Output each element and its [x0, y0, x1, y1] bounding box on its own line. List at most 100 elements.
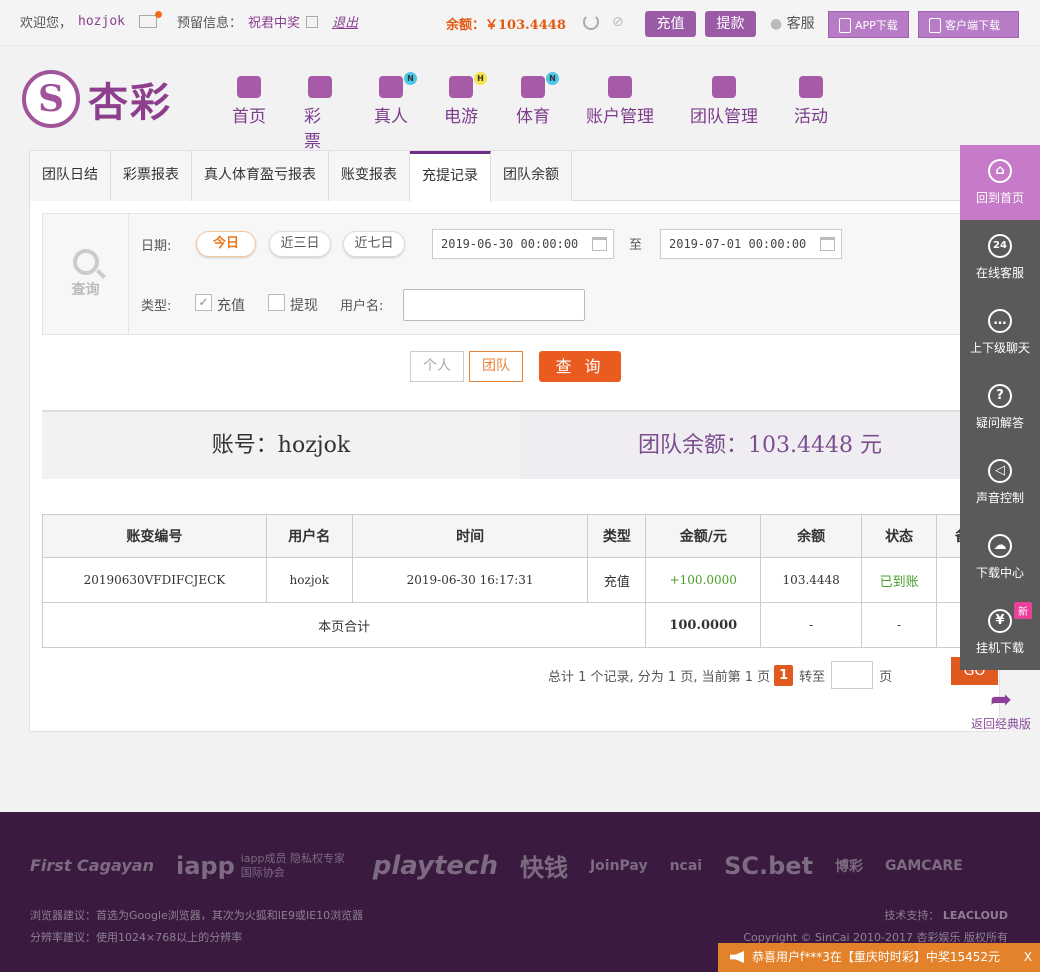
user-info: 欢迎您， hozjok 预留信息： 祝君中奖 退出	[20, 11, 358, 31]
tab-5[interactable]: 团队余额	[491, 151, 572, 201]
service-link[interactable]: ● 客服	[770, 13, 815, 33]
badge: N	[546, 72, 559, 85]
page-input[interactable]	[831, 661, 874, 689]
three-days-button[interactable]: 近三日	[269, 231, 331, 257]
date-label: 日期:	[141, 239, 172, 254]
tab-1[interactable]: 彩票报表	[111, 151, 192, 201]
tab-0[interactable]: 团队日结	[30, 151, 111, 201]
service-label: 客服	[786, 16, 815, 32]
nav-item[interactable]: 账户管理	[586, 76, 654, 152]
main-nav: 首页 彩票 N 真人 H 电游 N 体育 账户管理 团队管理 活动	[230, 72, 828, 152]
eye-hide-icon[interactable]: ⊘	[612, 14, 628, 30]
return-arrow-icon: ➦	[990, 685, 1012, 715]
partner-logo: 博彩	[835, 858, 864, 875]
calendar-icon[interactable]	[592, 237, 607, 251]
seven-days-button[interactable]: 近七日	[343, 231, 405, 257]
team-balance-summary: 团队余额：103.4448 元	[520, 412, 1000, 479]
withdraw-button[interactable]: 提款	[705, 11, 756, 37]
iapp-note: iapp成员 隐私权专家国际协会	[240, 851, 346, 879]
refresh-icon[interactable]	[583, 14, 599, 30]
nav-item[interactable]: H 电游	[442, 72, 487, 152]
table-header-row: 账变编号用户名时间类型金额/元余额状态备注	[42, 514, 1002, 558]
top-bar: 欢迎您， hozjok 预留信息： 祝君中奖 退出 余额：￥103.4448 ⊘…	[0, 0, 1040, 46]
logo-emblem-icon	[22, 70, 80, 128]
sidebar-label: 下载中心	[975, 566, 1024, 580]
mail-icon[interactable]	[138, 11, 162, 28]
summary-box: 账号：hozjok 团队余额：103.4448 元	[42, 410, 1000, 479]
current-page-button[interactable]: 1	[774, 664, 794, 686]
reserve-label: 预留信息：	[176, 16, 242, 31]
sidebar-label: 疑问解答	[975, 416, 1024, 430]
tech-support-label: 技术支持：	[884, 909, 940, 922]
start-date-value: 2019-06-30 00:00:00	[441, 237, 579, 251]
sidebar-item[interactable]: ☁ 下载中心	[960, 520, 1040, 595]
sidebar-item[interactable]: ? 疑问解答	[960, 370, 1040, 445]
nav-label: 真人	[374, 107, 408, 127]
table-cell: 20190630VFDIFCJECK	[42, 557, 267, 603]
nav-item[interactable]: N 体育	[516, 72, 559, 152]
partner-logo: GAMCARE	[885, 857, 963, 874]
partner-logo: playtech	[372, 850, 498, 881]
sidebar-item[interactable]: 24 在线客服	[960, 220, 1040, 295]
team-button[interactable]: 团队	[469, 351, 523, 382]
nav-item[interactable]: 彩票	[304, 76, 336, 152]
notice-text: 恭喜用户f***3在【重庆时时彩】中奖15452元	[752, 950, 1001, 964]
nav-label: 账户管理	[586, 107, 654, 127]
badge: N	[404, 72, 417, 85]
tab-3[interactable]: 账变报表	[329, 151, 410, 201]
24h-support-icon: 24	[988, 234, 1012, 258]
logout-link[interactable]: 退出	[332, 12, 358, 31]
query-button[interactable]: 查 询	[539, 351, 621, 382]
lottery-icon	[308, 76, 332, 98]
recharge-checkbox[interactable]: ✓	[195, 294, 212, 311]
pagination: 总计 1 个记录, 分为 1 页, 当前第 1 页 1 转至 页	[548, 661, 892, 689]
start-date-input[interactable]: 2019-06-30 00:00:00	[432, 229, 614, 259]
balance-value: ￥103.4448	[485, 18, 566, 33]
nav-item[interactable]: N 真人	[374, 72, 417, 152]
sidebar-item[interactable]: ◁ 声音控制	[960, 445, 1040, 520]
tab-4[interactable]: 充提记录	[410, 151, 491, 202]
username-input[interactable]	[403, 289, 585, 321]
site-logo[interactable]: 杏彩	[22, 70, 172, 128]
end-date-input[interactable]: 2019-07-01 00:00:00	[660, 229, 842, 259]
badge: H	[474, 72, 487, 85]
to-label: 至	[629, 238, 643, 253]
account-summary: 账号：hozjok	[42, 412, 520, 479]
tech-brand: LEACLOUD	[942, 909, 1008, 922]
recharge-button[interactable]: 充值	[645, 11, 696, 37]
money-bag-icon: ¥	[988, 609, 1012, 633]
query-form: 查询 日期: 今日 近三日 近七日 2019-06-30 00:00:00 至 …	[42, 213, 1002, 335]
nav-item[interactable]: 首页	[230, 76, 268, 152]
personal-button[interactable]: 个人	[410, 351, 464, 382]
end-date-value: 2019-07-01 00:00:00	[669, 237, 807, 251]
live-dealer-icon: N	[379, 72, 417, 98]
search-icon	[72, 249, 99, 275]
home-icon	[237, 76, 261, 98]
nav-item[interactable]: 活动	[794, 76, 828, 152]
table-cell: 充值	[587, 557, 647, 603]
chat-icon: …	[988, 309, 1012, 333]
nav-label: 首页	[232, 107, 266, 127]
sidebar-label: 声音控制	[975, 491, 1024, 505]
nav-item[interactable]: 团队管理	[690, 76, 758, 152]
sidebar-item[interactable]: … 上下级聊天	[960, 295, 1040, 370]
sidebar-item[interactable]: ⌂ 回到首页	[960, 145, 1040, 220]
report-tabs: 团队日结 彩票报表 真人体育盈亏报表 账变报表 充提记录 团队余额	[30, 151, 1000, 202]
back-classic-link[interactable]: ➦ 返回经典版	[966, 685, 1036, 732]
nav-label: 电游	[444, 107, 478, 127]
reserve-value: 祝君中奖	[248, 16, 301, 31]
today-button[interactable]: 今日	[196, 231, 256, 257]
page-label: 页	[879, 669, 893, 685]
tab-2[interactable]: 真人体育盈亏报表	[192, 151, 329, 201]
column-header: 金额/元	[645, 514, 762, 558]
gamepad-icon: H	[449, 72, 487, 98]
edit-icon[interactable]	[306, 15, 319, 28]
client-download-button[interactable]: 客户端下载	[918, 11, 1019, 38]
home-icon: ⌂	[988, 159, 1012, 183]
withdraw-checkbox[interactable]	[268, 294, 285, 311]
column-header: 状态	[861, 514, 938, 558]
query-side: 查询	[43, 214, 129, 334]
close-icon[interactable]: X	[1024, 943, 1032, 972]
app-download-button[interactable]: APP下载	[828, 11, 909, 38]
calendar-icon[interactable]	[820, 237, 835, 251]
